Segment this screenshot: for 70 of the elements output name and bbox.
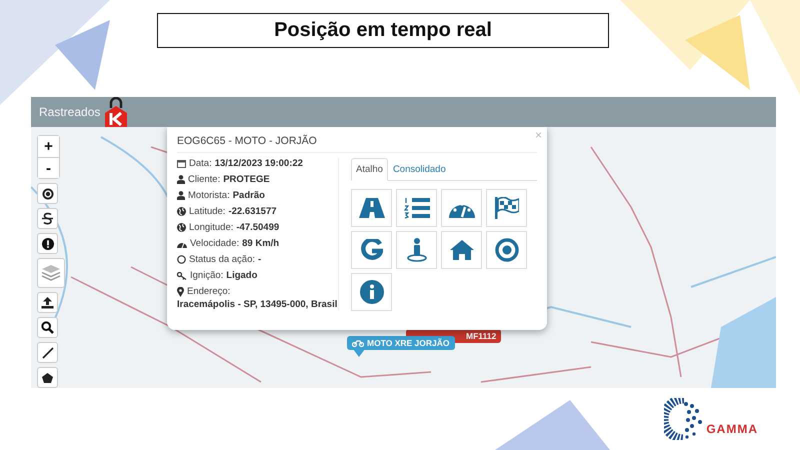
field-label: Longitude: <box>189 222 234 233</box>
home-button[interactable] <box>441 231 482 269</box>
slide-title: Posição em tempo real <box>157 13 609 48</box>
route-button[interactable] <box>351 189 392 227</box>
search-button[interactable] <box>37 317 58 338</box>
field-value: 13/12/2023 19:00:22 <box>214 158 303 169</box>
target-icon <box>494 238 518 262</box>
field-label: Ignição: <box>190 270 224 281</box>
google-icon <box>360 239 382 261</box>
field-label: Latitude: <box>189 206 226 217</box>
field-value: Padrão <box>232 190 265 201</box>
upload-button[interactable] <box>37 292 58 313</box>
zoom-out-button[interactable]: - <box>38 157 59 178</box>
field-value: PROTEGE <box>223 174 270 185</box>
numbered-list-icon <box>404 197 430 219</box>
draw-polygon-button[interactable] <box>37 367 58 388</box>
tab[interactable]: Consolidado <box>388 158 451 181</box>
field-label: Velocidade: <box>190 238 240 249</box>
google-button[interactable] <box>351 231 392 269</box>
logo-text: GAMMA <box>706 422 758 438</box>
spinner-icon <box>177 255 186 264</box>
marker-pointer-icon <box>353 349 365 357</box>
field-value: -22.631577 <box>228 206 277 217</box>
strikethrough-icon <box>41 212 54 225</box>
calendar-icon <box>177 159 186 168</box>
field-label: Motorista: <box>188 190 230 201</box>
locate-button[interactable] <box>37 183 58 204</box>
line-icon <box>42 346 54 358</box>
user-icon <box>177 191 185 200</box>
person-icon <box>406 238 426 262</box>
street-view-button[interactable] <box>396 231 437 269</box>
key-icon <box>177 272 187 280</box>
field-label: Data: <box>189 158 212 169</box>
field-value: 89 Km/h <box>242 238 280 249</box>
user-icon <box>177 175 185 184</box>
strikethrough-button[interactable] <box>37 208 58 229</box>
road-icon <box>358 198 384 218</box>
motorcycle-icon <box>352 339 364 347</box>
search-icon <box>41 321 54 334</box>
checkered-flag-icon <box>494 197 518 219</box>
home-icon <box>450 240 474 260</box>
field-value: - <box>258 254 262 265</box>
draw-line-button[interactable] <box>37 342 58 363</box>
map-pin-icon <box>177 286 184 296</box>
center-button[interactable] <box>486 231 527 269</box>
vehicle-marker[interactable]: MOTO XRE JORJÃO <box>347 336 454 350</box>
field-value: -47.50499 <box>236 222 280 233</box>
info-button[interactable] <box>351 273 392 311</box>
finish-button[interactable] <box>486 189 527 227</box>
speed-button[interactable] <box>441 189 482 227</box>
alert-icon <box>42 238 54 250</box>
field-label: Status da ação: <box>189 254 256 265</box>
padlock-k-logo-icon <box>105 97 128 127</box>
globe-icon <box>177 207 186 216</box>
field-label: Endereço: <box>187 286 230 297</box>
panel-title: Rastreados <box>39 105 100 119</box>
upload-icon <box>41 296 54 309</box>
layers-icon <box>41 264 61 282</box>
popup-title: EOG6C65 - MOTO - JORJÃO <box>177 133 537 153</box>
field-value: Ligado <box>226 270 258 281</box>
itinerary-button[interactable] <box>396 189 437 227</box>
target-icon <box>42 188 54 200</box>
tab[interactable]: Atalho <box>351 158 388 181</box>
globe-icon <box>177 223 186 232</box>
field-label: Cliente: <box>188 174 220 185</box>
pentagon-icon <box>42 372 53 382</box>
address-value: Iracemápolis - SP, 13495-000, Brasil <box>177 299 338 310</box>
dotted-globe-icon <box>664 398 704 440</box>
info-icon <box>360 280 384 304</box>
alert-button[interactable] <box>37 233 58 254</box>
